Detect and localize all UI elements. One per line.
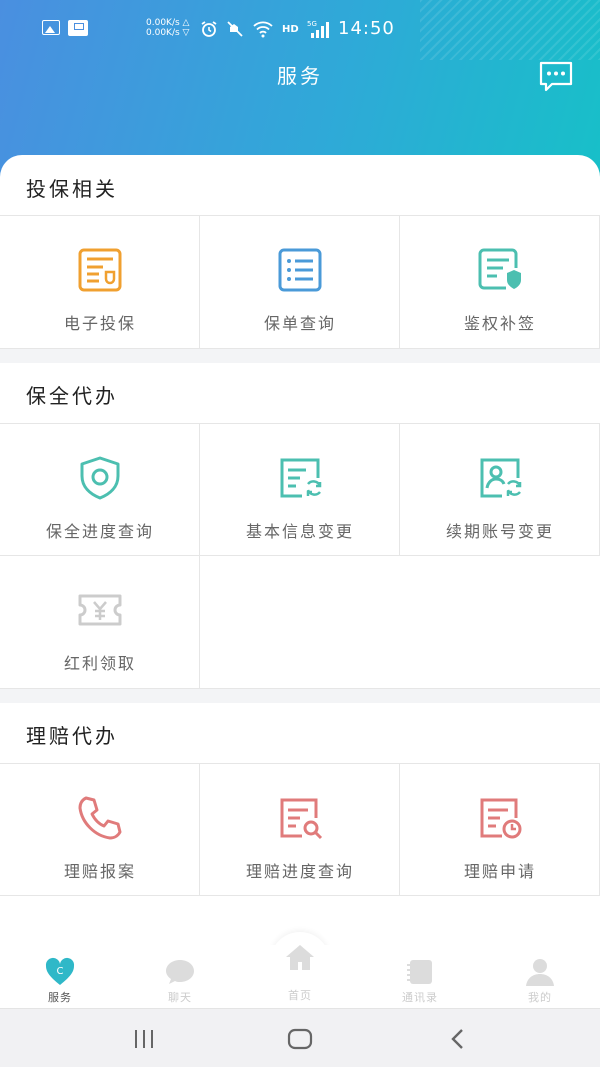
claim-search-icon	[280, 798, 323, 840]
svg-text:C: C	[57, 966, 64, 977]
phone-icon	[78, 796, 122, 840]
tab-chat[interactable]: 聊天	[120, 945, 240, 1008]
tab-label: 通讯录	[402, 991, 438, 1004]
service-label: 鉴权补签	[463, 314, 536, 333]
section-title-insure: 投保相关	[26, 177, 118, 201]
tab-label: 服务	[48, 991, 72, 1004]
tab-service[interactable]: C 服务	[0, 945, 120, 1008]
system-nav-bar	[0, 1008, 600, 1067]
bottom-tab-bar: C 服务 聊天 首页 通讯录 我的	[0, 945, 600, 1008]
chat-bubble-icon	[166, 960, 194, 984]
app-notification-icon	[68, 20, 88, 36]
service-claim-apply[interactable]: 理赔申请	[400, 764, 600, 896]
mute-icon	[227, 21, 243, 37]
service-dividend-claim[interactable]: 红利领取	[0, 556, 200, 688]
tab-home[interactable]: 首页	[240, 945, 360, 1008]
service-label: 保单查询	[263, 314, 336, 333]
service-policy-query[interactable]: 保单查询	[200, 216, 400, 348]
services-card: 投保相关 电子投保 保单查询 鉴权补签 保全代办 保全进度查询 基本信息变更 续…	[0, 155, 600, 1008]
service-basic-info-change[interactable]: 基本信息变更	[200, 424, 400, 556]
account-change-icon	[480, 458, 522, 498]
shield-icon	[80, 456, 120, 500]
service-label: 保全进度查询	[45, 522, 154, 541]
section-title-claims: 理赔代办	[26, 724, 118, 748]
auth-resign-icon	[478, 248, 521, 290]
claim-apply-icon	[480, 798, 522, 839]
service-heart-icon: C	[45, 957, 75, 985]
service-label: 续期账号变更	[445, 522, 554, 541]
service-claim-progress[interactable]: 理赔进度查询	[200, 764, 400, 896]
signal-icon: 5G	[307, 20, 329, 38]
gallery-icon	[42, 20, 60, 35]
recent-apps-icon[interactable]	[132, 1027, 156, 1051]
e-policy-icon	[78, 248, 122, 292]
tab-label: 我的	[528, 991, 552, 1004]
status-bar: 0.00K/s △ 0.00K/s ▽ HD 5G 14:50	[0, 10, 600, 50]
alarm-icon	[201, 21, 217, 37]
service-renewal-account-change[interactable]: 续期账号变更	[400, 424, 600, 556]
message-icon	[539, 61, 573, 92]
tab-contacts[interactable]: 通讯录	[360, 945, 480, 1008]
clock: 14:50	[338, 18, 395, 39]
service-label: 理赔申请	[463, 862, 536, 881]
tab-mine[interactable]: 我的	[480, 945, 600, 1008]
contacts-book-icon	[407, 960, 432, 984]
dividend-ticket-icon	[78, 594, 122, 626]
page-title: 服务	[277, 64, 323, 88]
profile-icon	[526, 959, 554, 986]
service-preservation-progress[interactable]: 保全进度查询	[0, 424, 200, 556]
section-title-preservation: 保全代办	[26, 384, 118, 408]
back-icon[interactable]	[448, 1027, 468, 1051]
home-icon	[286, 945, 314, 970]
message-button[interactable]	[538, 60, 574, 94]
tab-label: 首页	[288, 989, 312, 1002]
service-auth-resign[interactable]: 鉴权补签	[400, 216, 600, 348]
service-label: 红利领取	[63, 654, 136, 673]
service-claim-report[interactable]: 理赔报案	[0, 764, 200, 896]
service-label: 理赔进度查询	[245, 862, 354, 881]
home-circle-icon[interactable]	[287, 1027, 313, 1051]
service-label: 理赔报案	[63, 862, 136, 881]
svg-text:5G: 5G	[307, 20, 317, 28]
policy-list-icon	[278, 248, 322, 292]
tab-label: 聊天	[168, 991, 192, 1004]
hd-indicator: HD	[282, 23, 299, 35]
wifi-icon	[253, 21, 273, 38]
service-e-policy[interactable]: 电子投保	[0, 216, 200, 348]
network-speed: 0.00K/s △ 0.00K/s ▽	[146, 18, 190, 38]
service-label: 电子投保	[63, 314, 136, 333]
info-change-icon	[280, 458, 322, 498]
service-label: 基本信息变更	[245, 522, 354, 541]
